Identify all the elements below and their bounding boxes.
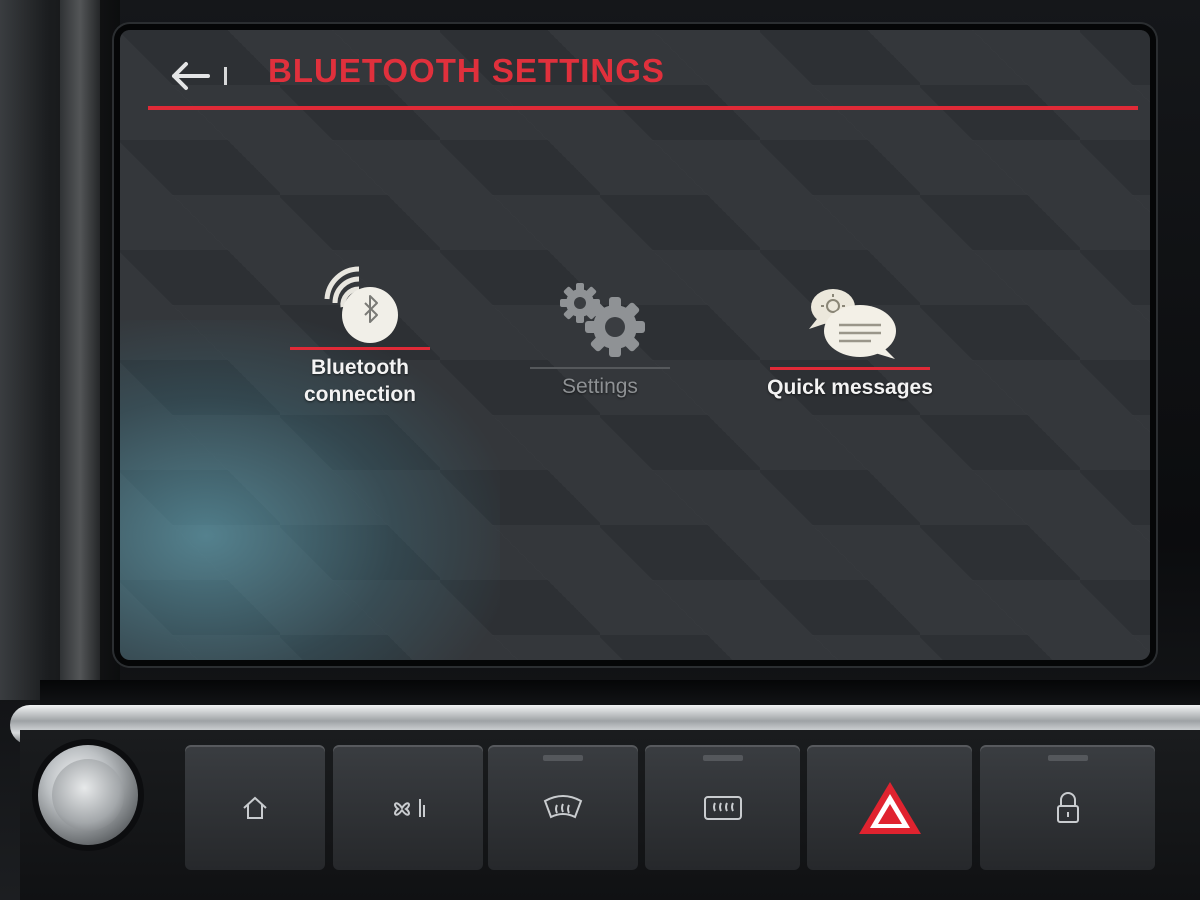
menu-label-bluetooth-connection: Bluetooth connection [303, 356, 416, 406]
hazard-icon [858, 781, 921, 834]
indicator-led [702, 755, 743, 761]
menu-item-bluetooth-connection[interactable]: Bluetooth connection [280, 265, 440, 408]
indicator-led [1047, 755, 1088, 761]
chat-bubbles-icon [809, 289, 896, 359]
infotainment-screen: BLUETOOTH SETTINGS Bluetooth connection [120, 30, 1150, 660]
back-button[interactable] [168, 56, 228, 96]
front-defrost-button[interactable] [488, 745, 638, 870]
lock-icon [1056, 791, 1079, 823]
bezel-trim [60, 0, 100, 690]
menu-item-quick-messages[interactable]: Quick messages [740, 285, 960, 401]
home-icon [243, 796, 267, 819]
header-bar: BLUETOOTH SETTINGS [120, 30, 1150, 110]
rear-defrost-icon [703, 795, 742, 820]
car-dashboard: BLUETOOTH SETTINGS Bluetooth connection [0, 0, 1200, 900]
hazard-lights-button[interactable] [807, 745, 972, 870]
indicator-led [543, 755, 583, 761]
page-title: BLUETOOTH SETTINGS [268, 52, 665, 89]
gears-icon [560, 283, 645, 357]
front-defrost-icon [543, 794, 583, 818]
fan-icon [394, 798, 425, 817]
header-underline [148, 106, 1138, 110]
knob-cap [52, 759, 124, 831]
menu-label-quick-messages: Quick messages [767, 376, 933, 399]
settings-underline [530, 367, 670, 369]
volume-knob[interactable] [38, 745, 138, 845]
menu-item-settings[interactable]: Settings [520, 275, 680, 400]
menu-label-settings: Settings [562, 375, 638, 398]
selected-underline [770, 367, 930, 370]
back-arrow-icon [172, 62, 210, 90]
header-separator [224, 67, 227, 85]
rear-defrost-button[interactable] [645, 745, 800, 870]
selected-underline [290, 347, 430, 350]
central-lock-button[interactable] [980, 745, 1155, 870]
climate-fan-button[interactable] [333, 745, 483, 870]
bluetooth-icon [324, 266, 398, 343]
home-button[interactable] [185, 745, 325, 870]
